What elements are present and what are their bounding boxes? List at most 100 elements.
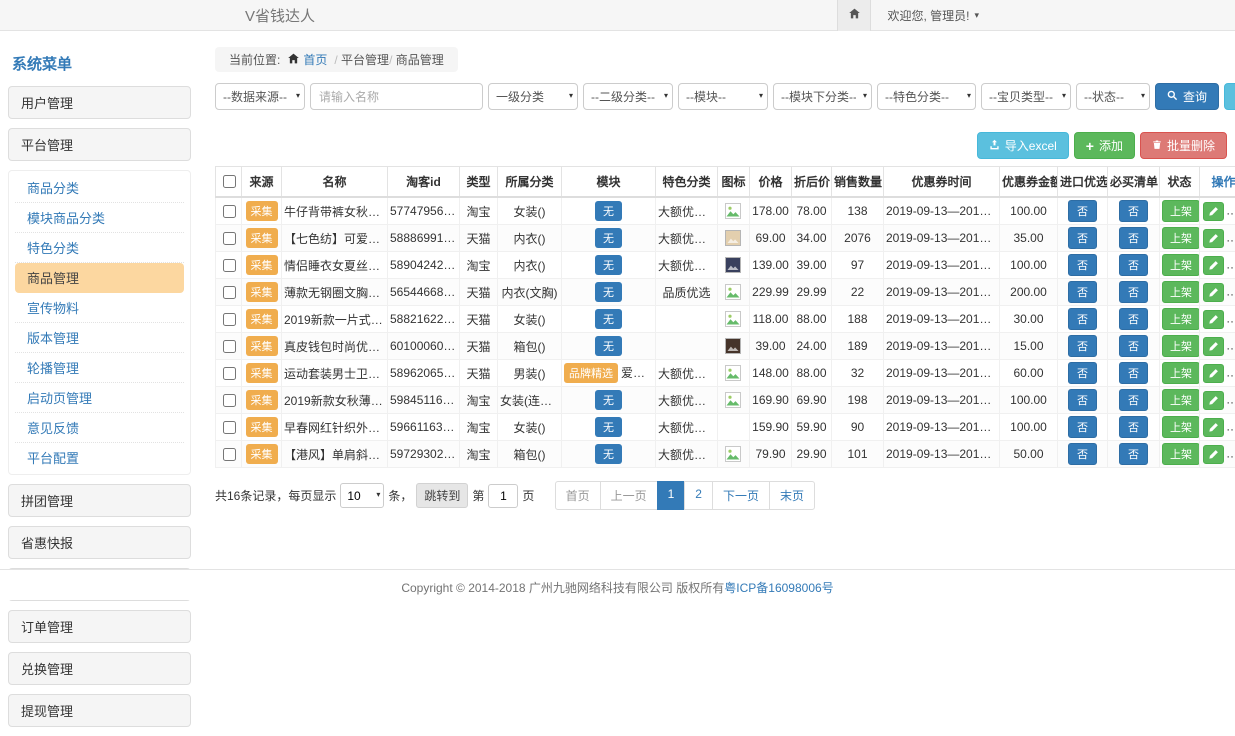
page-number-input[interactable] [488,484,518,508]
module-badge[interactable]: 无 [595,444,622,464]
must-buy-toggle[interactable]: 否 [1119,335,1148,357]
home-button[interactable] [837,0,871,31]
row-checkbox[interactable] [223,259,236,272]
edit-button[interactable] [1203,202,1224,221]
page-button-2[interactable]: 2 [684,481,713,510]
sidebar-item-goods-management[interactable]: 商品管理 [15,263,184,293]
sidebar-item-platform-management[interactable]: 平台管理 [8,128,191,161]
page-button-1[interactable]: 1 [657,481,686,510]
status-toggle[interactable]: 上架 [1162,281,1200,303]
module-badge[interactable]: 无 [595,201,622,221]
per-page-select[interactable]: 10 [340,483,384,508]
edit-button[interactable] [1203,256,1224,275]
import-select-toggle[interactable]: 否 [1068,281,1097,303]
status-toggle[interactable]: 上架 [1162,416,1200,438]
sidebar-item-user-management[interactable]: 用户管理 [8,86,191,119]
row-checkbox[interactable] [223,394,236,407]
row-checkbox[interactable] [223,367,236,380]
status-toggle[interactable]: 上架 [1162,308,1200,330]
status-toggle[interactable]: 上架 [1162,443,1200,465]
sidebar-item-order-management[interactable]: 订单管理 [8,610,191,643]
status-toggle[interactable]: 上架 [1162,200,1200,222]
import-select-toggle[interactable]: 否 [1068,254,1097,276]
edit-button[interactable] [1203,229,1224,248]
must-buy-toggle[interactable]: 否 [1119,416,1148,438]
sidebar-item-carousel-management[interactable]: 轮播管理 [15,353,184,383]
import-excel-button[interactable]: 导入excel [977,132,1069,159]
page-button-下一页[interactable]: 下一页 [712,481,770,510]
edit-button[interactable] [1203,391,1224,410]
item-type-select[interactable]: --宝贝类型-- [981,83,1071,110]
row-checkbox[interactable] [223,421,236,434]
module-badge[interactable]: 无 [595,255,622,275]
import-select-toggle[interactable]: 否 [1068,308,1097,330]
status-toggle[interactable]: 上架 [1162,227,1200,249]
add-button[interactable]: +添加 [1074,132,1135,159]
import-select-toggle[interactable]: 否 [1068,362,1097,384]
jump-button[interactable]: 跳转到 [416,483,468,508]
edit-button[interactable] [1203,337,1224,356]
sidebar-item-feature-category[interactable]: 特色分类 [15,233,184,263]
level2-category-select[interactable]: --二级分类-- [583,83,673,110]
sidebar-item-platform-config[interactable]: 平台配置 [15,443,184,472]
must-buy-toggle[interactable]: 否 [1119,227,1148,249]
sidebar-item-version-management[interactable]: 版本管理 [15,323,184,353]
page-button-末页[interactable]: 末页 [769,481,815,510]
edit-button[interactable] [1203,283,1224,302]
sidebar-item-module-goods-category[interactable]: 模块商品分类 [15,203,184,233]
import-select-toggle[interactable]: 否 [1068,227,1097,249]
row-checkbox[interactable] [223,286,236,299]
icp-link[interactable]: 粤ICP备16098006号 [724,581,833,595]
module-badge[interactable]: 无 [595,417,622,437]
sidebar-item-exchange-management[interactable]: 兑换管理 [8,652,191,685]
status-select[interactable]: --状态-- [1076,83,1150,110]
status-toggle[interactable]: 上架 [1162,254,1200,276]
sidebar-item-saving-express[interactable]: 省惠快报 [8,526,191,559]
module-badge[interactable]: 无 [595,228,622,248]
sidebar-item-promo-materials[interactable]: 宣传物料 [15,293,184,323]
level1-category-select[interactable]: 一级分类 [488,83,578,110]
status-toggle[interactable]: 上架 [1162,335,1200,357]
reset-button[interactable]: 重置 [1224,83,1235,110]
sidebar-item-feedback[interactable]: 意见反馈 [15,413,184,443]
row-checkbox[interactable] [223,313,236,326]
status-toggle[interactable]: 上架 [1162,362,1200,384]
import-select-toggle[interactable]: 否 [1068,416,1097,438]
module-sub-select[interactable]: --模块下分类-- [773,83,872,110]
module-badge[interactable]: 品牌精选 [564,363,618,383]
sidebar-item-group-buy-management[interactable]: 拼团管理 [8,484,191,517]
data-source-select[interactable]: --数据来源-- [215,83,305,110]
row-checkbox[interactable] [223,448,236,461]
import-select-toggle[interactable]: 否 [1068,200,1097,222]
module-badge[interactable]: 无 [595,282,622,302]
must-buy-toggle[interactable]: 否 [1119,281,1148,303]
module-badge[interactable]: 无 [595,390,622,410]
import-select-toggle[interactable]: 否 [1068,443,1097,465]
edit-button[interactable] [1203,310,1224,329]
feature-category-select[interactable]: --特色分类-- [877,83,976,110]
sidebar-item-splash-page-management[interactable]: 启动页管理 [15,383,184,413]
edit-button[interactable] [1203,364,1224,383]
edit-button[interactable] [1203,418,1224,437]
select-all-checkbox[interactable] [223,175,236,188]
must-buy-toggle[interactable]: 否 [1119,443,1148,465]
module-badge[interactable]: 无 [595,336,622,356]
module-select[interactable]: --模块-- [678,83,768,110]
user-menu[interactable]: 欢迎您, 管理员! ▾ [871,0,995,31]
status-toggle[interactable]: 上架 [1162,389,1200,411]
row-checkbox[interactable] [223,205,236,218]
name-input[interactable] [310,83,483,110]
must-buy-toggle[interactable]: 否 [1119,254,1148,276]
row-checkbox[interactable] [223,232,236,245]
must-buy-toggle[interactable]: 否 [1119,362,1148,384]
sidebar-item-goods-category[interactable]: 商品分类 [15,173,184,203]
must-buy-toggle[interactable]: 否 [1119,389,1148,411]
module-badge[interactable]: 无 [595,309,622,329]
search-button[interactable]: 查询 [1155,83,1219,110]
row-checkbox[interactable] [223,340,236,353]
edit-button[interactable] [1203,445,1224,464]
import-select-toggle[interactable]: 否 [1068,335,1097,357]
breadcrumb-home-link[interactable]: 首页 [287,51,327,68]
must-buy-toggle[interactable]: 否 [1119,200,1148,222]
import-select-toggle[interactable]: 否 [1068,389,1097,411]
